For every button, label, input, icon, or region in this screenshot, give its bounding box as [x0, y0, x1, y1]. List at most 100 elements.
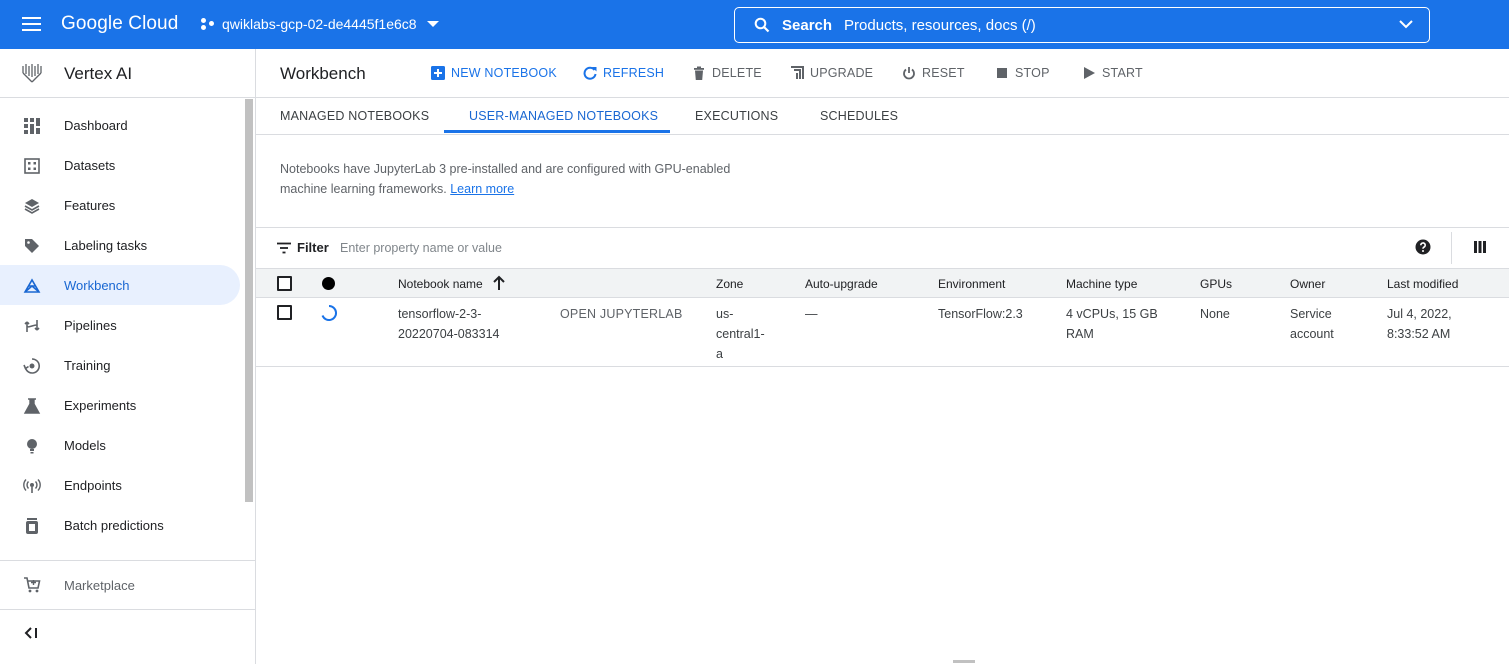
loading-spinner-icon	[321, 304, 338, 321]
new-notebook-label: NEW NOTEBOOK	[451, 66, 557, 80]
help-icon[interactable]	[1415, 239, 1431, 255]
zone-line-1: us-	[716, 307, 734, 321]
machine-type-cell: 4 vCPUs, 15 GB RAM	[1066, 304, 1158, 344]
project-selector[interactable]: qwiklabs-gcp-02-de4445f1e6c8	[200, 16, 439, 32]
sidebar-item-models[interactable]: Models	[0, 425, 240, 465]
machine-type-line-1: 4 vCPUs, 15 GB	[1066, 307, 1158, 321]
filter-icon[interactable]	[277, 242, 291, 254]
refresh-label: REFRESH	[603, 66, 665, 80]
endpoints-icon	[23, 479, 41, 493]
tab-user-managed-notebooks[interactable]: USER-MANAGED NOTEBOOKS	[469, 109, 658, 123]
zone-cell: us- central1- a	[716, 304, 765, 364]
new-notebook-button[interactable]: NEW NOTEBOOK	[431, 66, 557, 80]
sidebar-item-label: Models	[64, 438, 106, 453]
last-modified-line-2: 8:33:52 AM	[1387, 327, 1451, 341]
sidebar-item-datasets[interactable]: Datasets	[0, 145, 240, 185]
search-icon	[754, 17, 770, 33]
search-bar[interactable]: Search Products, resources, docs (/)	[734, 7, 1430, 43]
last-modified-line-1: Jul 4, 2022,	[1387, 307, 1452, 321]
datasets-icon	[24, 158, 40, 174]
google-cloud-logo[interactable]: Google Cloud	[61, 13, 178, 35]
power-icon	[903, 67, 915, 80]
select-all-checkbox[interactable]	[277, 276, 292, 291]
filter-bar: Filter	[256, 228, 1509, 268]
column-header-auto-upgrade[interactable]: Auto-upgrade	[805, 277, 878, 291]
caret-down-icon	[426, 21, 439, 27]
sidebar-item-batch-predictions[interactable]: Batch predictions	[0, 505, 240, 545]
chevron-down-icon[interactable]	[1399, 19, 1413, 29]
refresh-icon	[583, 66, 597, 80]
column-header-last-modified[interactable]: Last modified	[1387, 277, 1458, 291]
table-header: Notebook name Zone Auto-upgrade Environm…	[256, 268, 1509, 298]
sidebar-item-marketplace[interactable]: Marketplace	[0, 561, 255, 608]
stop-button[interactable]: STOP	[995, 66, 1050, 80]
collapse-sidebar-icon[interactable]	[23, 625, 39, 641]
stop-label: STOP	[1015, 66, 1050, 80]
owner-line-2: account	[1290, 327, 1334, 341]
toolbar: Workbench NEW NOTEBOOK REFRESH DELETE UP…	[256, 49, 1509, 98]
panel-resize-handle[interactable]	[953, 660, 975, 663]
sidebar-item-label: Workbench	[64, 278, 130, 293]
sidebar-item-label: Datasets	[64, 158, 116, 173]
stop-icon	[997, 68, 1007, 78]
batch-predictions-icon	[26, 518, 38, 534]
learn-more-link[interactable]: Learn more	[450, 182, 514, 196]
sidebar-item-label: Experiments	[64, 398, 137, 413]
vertex-ai-logo-icon	[22, 64, 42, 83]
column-header-zone[interactable]: Zone	[716, 277, 743, 291]
tab-executions[interactable]: EXECUTIONS	[695, 109, 778, 123]
start-button[interactable]: START	[1082, 66, 1143, 80]
sidebar-item-labeling-tasks[interactable]: Labeling tasks	[0, 225, 240, 265]
sidebar-item-label: Training	[64, 358, 111, 373]
column-display-icon[interactable]	[1474, 241, 1486, 253]
main-menu-icon[interactable]	[22, 17, 41, 31]
open-jupyterlab-link[interactable]: OPEN JUPYTERLAB	[560, 304, 682, 324]
environment-cell: TensorFlow:2.3	[938, 307, 1023, 321]
filter-input[interactable]	[340, 236, 1340, 260]
column-header-owner[interactable]: Owner	[1290, 277, 1325, 291]
sidebar-item-training[interactable]: Training	[0, 345, 240, 385]
product-header: Vertex AI	[0, 49, 255, 98]
project-icon	[200, 16, 216, 32]
models-bulb-icon	[27, 439, 37, 454]
column-header-name[interactable]: Notebook name	[398, 277, 483, 291]
notebook-name-cell[interactable]: tensorflow-2-3- 20220704-083314	[398, 304, 500, 344]
column-header-machine-type[interactable]: Machine type	[1066, 277, 1137, 291]
sidebar-item-label: Marketplace	[64, 578, 135, 593]
notebook-name-line-1: tensorflow-2-3-	[398, 307, 482, 321]
sidebar-item-label: Pipelines	[64, 318, 117, 333]
upgrade-button[interactable]: UPGRADE	[790, 66, 873, 80]
sort-ascending-icon[interactable]	[492, 275, 506, 291]
delete-button[interactable]: DELETE	[692, 66, 762, 80]
reset-button[interactable]: RESET	[902, 66, 965, 80]
pipelines-icon	[24, 320, 40, 332]
experiments-flask-icon	[23, 398, 41, 414]
last-modified-cell: Jul 4, 2022, 8:33:52 AM	[1387, 304, 1452, 344]
project-name: qwiklabs-gcp-02-de4445f1e6c8	[222, 16, 417, 32]
sidebar-item-pipelines[interactable]: Pipelines	[0, 305, 240, 345]
sidebar-item-dashboard[interactable]: Dashboard	[0, 105, 240, 145]
sidebar-item-label: Endpoints	[64, 478, 122, 493]
column-header-gpus[interactable]: GPUs	[1200, 277, 1232, 291]
tab-schedules[interactable]: SCHEDULES	[820, 109, 898, 123]
refresh-button[interactable]: REFRESH	[583, 66, 664, 80]
sidebar-item-features[interactable]: Features	[0, 185, 240, 225]
sidebar-scrollbar[interactable]	[245, 99, 253, 502]
sidebar-item-workbench[interactable]: Workbench	[0, 265, 240, 305]
start-label: START	[1102, 66, 1143, 80]
sidebar-nav: Dashboard Datasets Features Labeling tas…	[0, 105, 240, 545]
sidebar-item-experiments[interactable]: Experiments	[0, 385, 240, 425]
column-header-environment[interactable]: Environment	[938, 277, 1005, 291]
row-checkbox[interactable]	[277, 305, 292, 320]
sidebar-item-endpoints[interactable]: Endpoints	[0, 465, 240, 505]
tab-managed-notebooks[interactable]: MANAGED NOTEBOOKS	[280, 109, 429, 123]
tab-bar: MANAGED NOTEBOOKS USER-MANAGED NOTEBOOKS…	[256, 98, 1509, 135]
gpus-cell: None	[1200, 307, 1230, 321]
divider	[1451, 232, 1452, 264]
upgrade-label: UPGRADE	[810, 66, 874, 80]
notebook-name-line-2: 20220704-083314	[398, 327, 500, 341]
table-row: tensorflow-2-3- 20220704-083314 OPEN JUP…	[256, 298, 1509, 367]
machine-type-line-2: RAM	[1066, 327, 1094, 341]
status-column-icon	[322, 277, 335, 290]
training-icon	[23, 358, 40, 374]
